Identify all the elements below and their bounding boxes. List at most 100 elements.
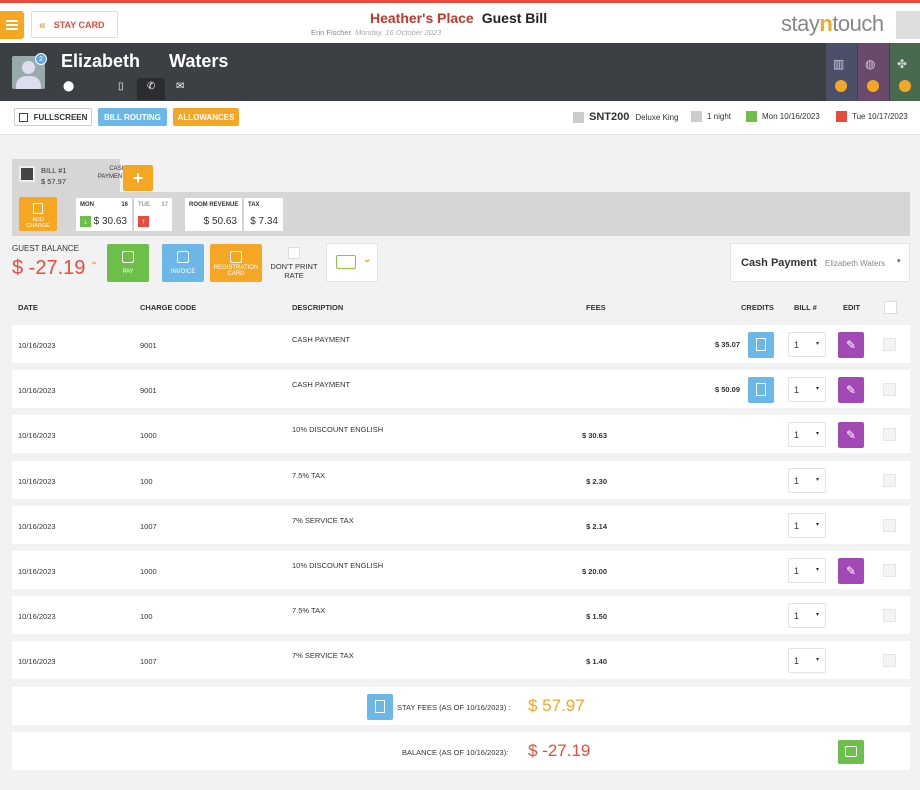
double-chevron-left-icon: « (39, 17, 46, 32)
activity-icon[interactable] (896, 11, 920, 39)
departure-arrow-icon: ↑ (138, 216, 149, 227)
allowances-button[interactable]: ALLOWANCES (173, 108, 239, 126)
bill-number-select[interactable]: 1 ▾ (788, 648, 826, 674)
arrival-arrow-icon (746, 111, 757, 122)
nights-info: 1 night (691, 111, 731, 122)
row-checkbox[interactable] (883, 428, 896, 442)
dropdown-caret-icon: ▾ (816, 386, 820, 393)
row-charge-code: 9001 (140, 386, 157, 396)
row-checkbox[interactable] (883, 518, 896, 532)
col-bill-number: BILL # (794, 303, 817, 312)
room-icon: ▥ (833, 57, 845, 71)
bill-number-select[interactable]: 1 ▾ (788, 377, 826, 403)
globe-tab[interactable]: ◍ (858, 43, 889, 101)
phone-tab[interactable]: ✆ (137, 78, 165, 100)
row-checkbox[interactable] (883, 383, 896, 397)
col-description: DESCRIPTION (292, 303, 344, 312)
col-date: DATE (18, 303, 38, 312)
edit-button[interactable]: ✎ (838, 422, 864, 449)
day-box-mon[interactable]: MON 16 ↓ $ 30.63 (76, 198, 132, 231)
document-icon (756, 383, 766, 397)
document-icon[interactable] (367, 694, 393, 720)
edit-button[interactable]: ✎ (838, 377, 864, 404)
table-row: 10/16/2023 100 7.5% TAX $ 1.50 1 ▾ (12, 596, 910, 635)
bill-title: Guest Bill (481, 10, 548, 26)
row-charge-code: 1007 (140, 657, 157, 667)
bill-number-select[interactable]: 1 ▾ (788, 603, 826, 629)
registration-card-button[interactable]: REGISTRATION CARD (210, 244, 262, 282)
row-checkbox[interactable] (883, 609, 896, 623)
balance-label: BALANCE (AS OF 10/16/2023): (402, 748, 509, 757)
bill-payment-type: CASH PAYMENT (97, 166, 126, 180)
dropdown-caret-icon: ▾ (816, 567, 820, 573)
bill-icon (19, 166, 35, 182)
dont-print-rate-checkbox[interactable] (288, 247, 300, 259)
fullscreen-button[interactable]: FULLSCREEN (14, 108, 92, 126)
room-number: SNT200 (589, 111, 630, 123)
row-description: CASH PAYMENT (292, 380, 351, 390)
globe-icon: ◍ (865, 57, 876, 71)
edit-button[interactable]: ✎ (838, 332, 864, 358)
bill-number-select[interactable]: 1 ▾ (788, 512, 826, 538)
email-icon[interactable]: ✉ (176, 81, 184, 92)
stayntouch-logo: stayntouch (781, 11, 884, 36)
balance-row: BALANCE (AS OF 10/16/2023): $ -27.19 (12, 732, 910, 770)
arrival-info: Mon 10/16/2023 (746, 111, 820, 122)
row-checkbox[interactable] (883, 473, 896, 487)
share-icon: ✤ (897, 57, 908, 71)
guest-balance-label: GUEST BALANCE (12, 244, 79, 253)
dropdown-caret-icon: ▾ (897, 258, 901, 265)
menu-button[interactable] (0, 11, 24, 39)
table-row: 10/16/2023 1000 10% DISCOUNT ENGLISH $ 20.0… (12, 551, 910, 589)
row-checkbox[interactable] (883, 338, 896, 351)
add-bill-button[interactable]: + (123, 165, 153, 191)
stay-fees-label: STAY FEES (AS OF 10/16/2023) : (397, 703, 511, 712)
dont-print-rate-label: DON'T PRINT RATE (270, 262, 318, 280)
room-tab[interactable]: ▥ (826, 43, 857, 101)
row-charge-code: 1007 (140, 521, 157, 531)
wallet-icon (845, 746, 857, 757)
dropdown-caret-icon: ▾ (816, 612, 820, 619)
row-checkbox[interactable] (883, 654, 896, 668)
stay-card-button[interactable]: « STAY CARD (31, 11, 118, 38)
receipt-button[interactable] (748, 332, 774, 358)
row-date: 10/16/2023 (18, 341, 56, 350)
printer-icon (230, 251, 242, 263)
share-tab[interactable]: ✤ (890, 43, 920, 101)
location-icon[interactable]: ⬤ (63, 81, 74, 92)
payment-options-button[interactable]: ⌄ (326, 243, 378, 282)
bill-number-select[interactable]: 1 ▾ (788, 332, 826, 357)
room-info: SNT200 Deluxe King (573, 111, 679, 123)
row-description: 7.5% TAX (292, 606, 326, 616)
row-description: 10% DISCOUNT ENGLISH (292, 561, 384, 570)
col-charge-code: CHARGE CODE (140, 303, 197, 312)
pay-button[interactable]: PAY (107, 244, 149, 282)
select-all-checkbox[interactable] (884, 301, 897, 314)
pay-balance-button[interactable] (838, 740, 864, 764)
document-icon (756, 338, 766, 351)
day-box-tue[interactable]: TUE 17 ↑ (134, 198, 172, 231)
chevron-down-icon: ⌄ (363, 254, 372, 265)
row-fee: $ 1.50 (586, 612, 607, 622)
stay-card-label: STAY CARD (53, 19, 105, 30)
invoice-button[interactable]: INVOICE (162, 244, 204, 282)
bill-tab-1[interactable]: BILL #1 $ 57.97 CASH PAYMENT (12, 159, 126, 192)
add-charge-button[interactable]: ADD CHARGE (19, 197, 57, 231)
hotel-name: Heather's Place (370, 10, 474, 26)
receipt-button[interactable] (748, 377, 774, 404)
add-charge-icon (33, 203, 43, 214)
bill-amount: $ 57.97 (41, 177, 67, 186)
bill-number-select[interactable]: 1 ▾ (788, 558, 826, 583)
table-row: 10/16/2023 9001 CASH PAYMENT $ 50.09 1 ▾ ✎ (12, 370, 910, 409)
bill-number-select[interactable]: 1 ▾ (788, 422, 826, 448)
bill-number-select[interactable]: 1 ▾ (788, 467, 826, 493)
chevron-up-icon[interactable]: ⌃ (90, 261, 98, 272)
dropdown-caret-icon: ▾ (816, 476, 820, 483)
edit-button[interactable]: ✎ (838, 558, 864, 584)
bill-routing-button[interactable]: BILL ROUTING (98, 108, 167, 126)
page-title: Heather's Place Guest Bill (370, 10, 547, 26)
row-checkbox[interactable] (883, 564, 896, 577)
payment-selector[interactable]: Cash Payment Elizabeth Waters ▾ (730, 243, 910, 282)
table-row: 10/16/2023 100 7.5% TAX $ 2.30 1 ▾ (12, 460, 910, 499)
mobile-icon[interactable]: ▯ (118, 81, 124, 92)
